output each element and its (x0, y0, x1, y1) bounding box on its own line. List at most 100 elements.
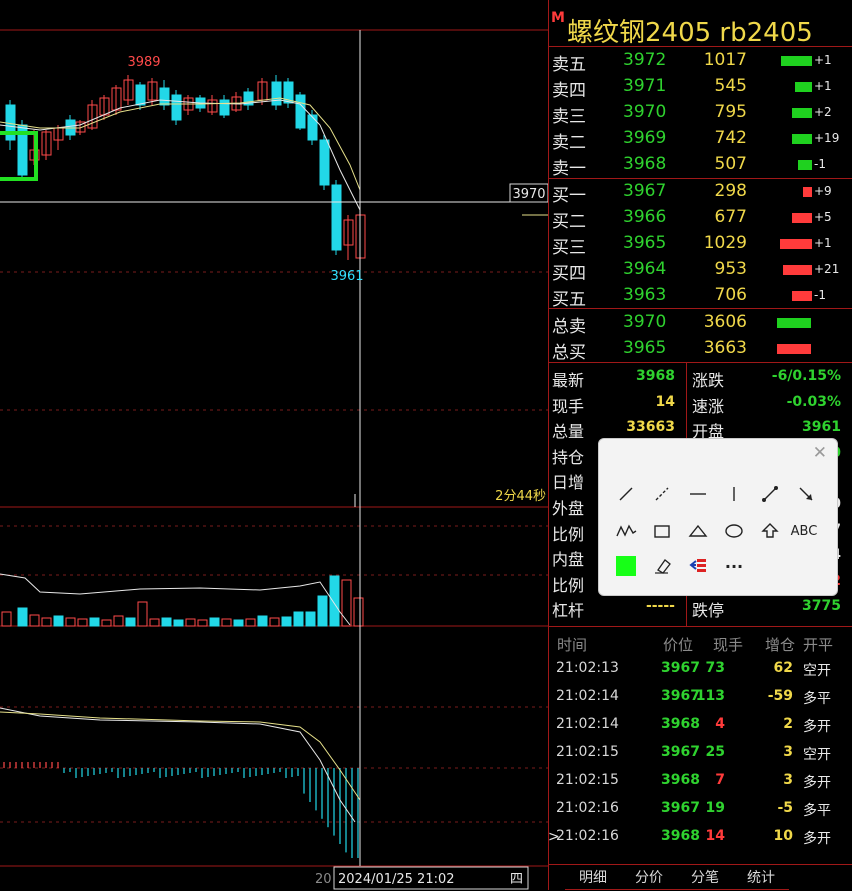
line-tool[interactable] (611, 481, 641, 507)
order-level-row[interactable]: 买二 3966 677 +5 (549, 205, 852, 232)
candle-body (295, 94, 306, 129)
horizontal-line-tool[interactable] (683, 481, 713, 507)
volume-bar (269, 617, 280, 627)
low-price-label: 3961 (330, 269, 363, 284)
tick-row[interactable]: 21:02:14 3968 4 2 多开 (549, 712, 852, 740)
tick-header: 时间 (557, 636, 588, 654)
stat-value: -0.03% (786, 393, 841, 410)
tick-oi-change: -59 (767, 688, 793, 704)
volume-bar (149, 618, 160, 627)
stat-label: 最新 (552, 371, 585, 390)
eraser-tool[interactable] (647, 553, 677, 579)
stat-row: 开盘 3961 (689, 415, 841, 441)
level-volume-bar (780, 239, 812, 249)
ray-tool[interactable] (647, 481, 677, 507)
level-volume: 677 (714, 207, 747, 227)
level-label: 卖二 (552, 133, 586, 153)
volume-bar (77, 618, 88, 627)
text-tool[interactable]: ABC (789, 518, 819, 544)
volume-bar (281, 616, 292, 627)
level-change: +5 (814, 210, 832, 224)
settings-tool[interactable] (683, 553, 713, 579)
tick-time: 21:02:15 (556, 772, 619, 788)
close-icon[interactable]: ✕ (813, 443, 827, 463)
volume-bar (233, 619, 244, 627)
order-level-row[interactable]: 买四 3964 953 +21 (549, 257, 852, 284)
volume-bar (1, 611, 12, 627)
volume-bar (245, 618, 256, 627)
tick-qty: 7 (715, 772, 725, 788)
vertical-line-tool[interactable] (719, 481, 749, 507)
up-arrow-tool[interactable] (755, 518, 785, 544)
tick-row[interactable]: 21:02:15 3967 25 3 空开 (549, 740, 852, 768)
volume-bar (221, 618, 232, 627)
high-price-label: 3989 (127, 55, 160, 70)
volume-bar (197, 619, 208, 627)
order-level-row[interactable]: 买五 3963 706 -1 (549, 283, 852, 310)
ellipse-tool[interactable] (719, 518, 749, 544)
rectangle-tool[interactable] (647, 518, 677, 544)
triangle-tool[interactable] (683, 518, 713, 544)
order-level-row[interactable]: 卖一 3968 507 -1 (549, 152, 852, 179)
candle-body (331, 184, 342, 251)
more-tool[interactable]: ··· (719, 553, 749, 579)
stat-label: 比例 (552, 575, 585, 595)
tick-qty: 73 (705, 660, 725, 676)
volume-bar (329, 575, 340, 627)
order-level-row[interactable]: 卖二 3969 742 +19 (549, 126, 852, 153)
kline-chart[interactable]: 3970 3989 3961 2分44秒 20 2024/01/25 21:02… (0, 0, 548, 890)
tick-time: 21:02:14 (556, 688, 619, 704)
level-change: +19 (814, 131, 840, 145)
order-level-row[interactable]: 卖五 3972 1017 +1 (549, 48, 852, 75)
candle-body (135, 84, 146, 106)
fill-color-tool[interactable] (611, 553, 641, 579)
level-price: 3964 (623, 259, 667, 279)
total-label: 总买 (552, 343, 586, 363)
level-volume: 795 (714, 102, 747, 122)
stat-label: 跌停 (692, 601, 725, 621)
order-level-row[interactable]: 卖三 3970 795 +2 (549, 100, 852, 127)
tick-row[interactable]: 21:02:15 3968 7 3 多开 (549, 768, 852, 796)
level-label: 卖三 (552, 107, 586, 127)
level-label: 买三 (552, 238, 586, 258)
tab-price-distribution[interactable]: 分价 (621, 867, 677, 890)
level-volume: 507 (714, 154, 747, 174)
stat-row: 杠杆 ----- (549, 594, 675, 620)
total-volume-bar (777, 344, 811, 354)
tick-oi-change: 10 (773, 828, 793, 844)
level-change: -1 (814, 157, 826, 171)
tick-price: 3968 (661, 772, 700, 788)
tick-row[interactable]: 21:02:16 3968 14 10 多开 (549, 824, 852, 852)
level-label: 买二 (552, 212, 586, 232)
level-label: 卖五 (552, 55, 586, 75)
tick-row[interactable]: 21:02:13 3967 73 62 空开 (549, 656, 852, 684)
level-volume: 706 (714, 285, 747, 305)
tick-price: 3967 (661, 660, 700, 676)
order-level-row[interactable]: 卖四 3971 545 +1 (549, 74, 852, 101)
tick-oi-change: -5 (777, 800, 793, 816)
tab-statistics[interactable]: 统计 (733, 867, 789, 890)
tick-oi-change: 62 (773, 660, 793, 676)
order-level-row[interactable]: 买一 3967 298 +9 (549, 179, 852, 206)
stat-row: 跌停 3775 (689, 594, 841, 621)
volume-bar (65, 617, 76, 627)
tick-row[interactable]: 21:02:14 3967 113 -59 多平 (549, 684, 852, 712)
segment-tool[interactable] (755, 481, 785, 507)
arrow-line-tool[interactable] (791, 481, 821, 507)
order-level-row[interactable]: 买三 3965 1029 +1 (549, 231, 852, 258)
level-change: +1 (814, 79, 832, 93)
tick-header: 开平 (803, 636, 834, 654)
polyline-tool[interactable] (611, 518, 641, 544)
stat-value: 33663 (626, 419, 675, 436)
tab-tick-by-tick[interactable]: 分笔 (677, 867, 733, 890)
tab-details[interactable]: 明细 (565, 867, 621, 890)
total-row: 总买 3965 3663 (549, 336, 852, 363)
total-volume: 3663 (703, 338, 747, 358)
tick-oi-change: 2 (783, 716, 793, 732)
tick-type: 空开 (803, 747, 831, 763)
volume-bar (353, 597, 364, 627)
stat-label: 内盘 (552, 550, 585, 570)
level-price: 3967 (623, 181, 667, 201)
level-price: 3968 (623, 154, 667, 174)
tick-row[interactable]: 21:02:16 3967 19 -5 多平 (549, 796, 852, 824)
